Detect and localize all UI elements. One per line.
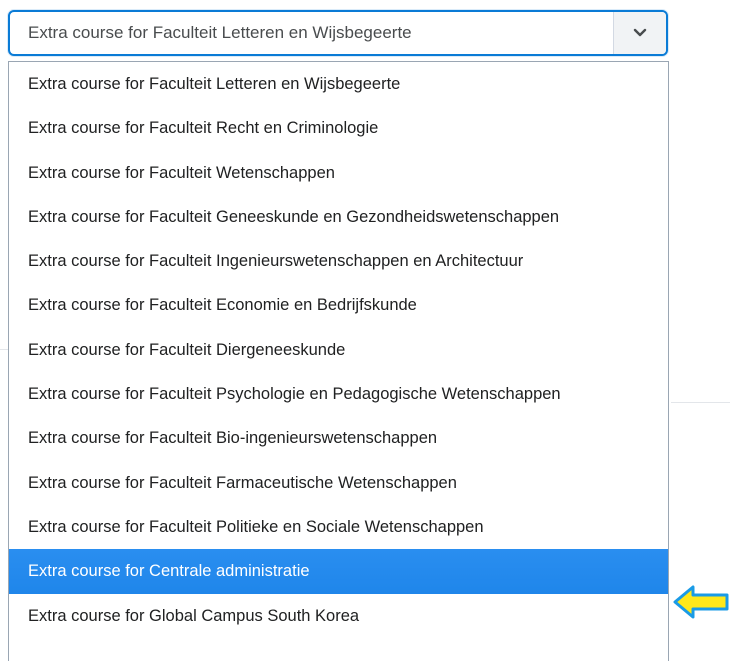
background-divider [0,349,8,350]
course-option[interactable]: Extra course for Faculteit Economie en B… [9,283,668,327]
page: Extra course for Faculteit Letteren en W… [0,0,730,661]
course-option[interactable]: Extra course for Global Campus South Kor… [9,594,668,638]
background-divider [671,402,730,403]
course-select-value: Extra course for Faculteit Letteren en W… [28,23,412,42]
course-option[interactable]: Extra course for Faculteit Bio-ingenieur… [9,416,668,460]
course-select[interactable]: Extra course for Faculteit Letteren en W… [8,10,668,56]
course-option[interactable]: Extra course for Faculteit Diergeneeskun… [9,328,668,372]
chevron-down-icon [633,28,647,37]
course-option[interactable]: Extra course for Faculteit Politieke en … [9,505,668,549]
course-option[interactable]: Extra course for Faculteit Ingenieurswet… [9,239,668,283]
course-option[interactable]: Extra course for Faculteit Farmaceutisch… [9,461,668,505]
course-option-highlighted[interactable]: Extra course for Centrale administratie [9,549,668,594]
course-option[interactable]: Extra course for Faculteit Wetenschappen [9,151,668,195]
course-option[interactable]: Extra course for Faculteit Geneeskunde e… [9,195,668,239]
course-options-list: Extra course for Faculteit Letteren en W… [8,61,669,661]
course-option[interactable]: Extra course for Faculteit Psychologie e… [9,372,668,416]
course-option[interactable]: Extra course for Faculteit Letteren en W… [9,62,668,106]
course-option[interactable]: Extra course for Faculteit Recht en Crim… [9,106,668,150]
left-arrow-icon [673,585,729,619]
course-select-toggle[interactable] [613,12,666,54]
